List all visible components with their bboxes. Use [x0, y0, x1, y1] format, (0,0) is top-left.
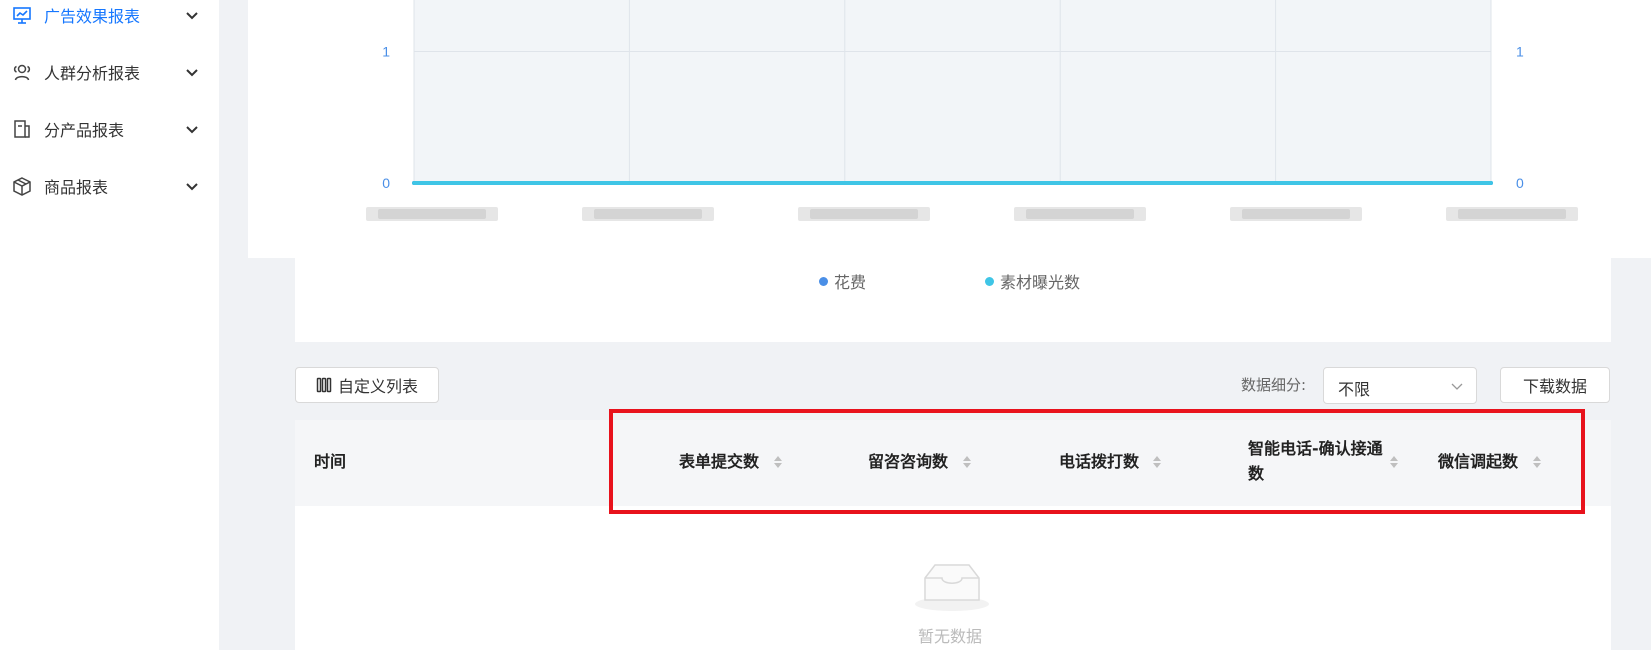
- chevron-down-icon: [1451, 383, 1463, 390]
- x-tick-label-blurred: [810, 209, 918, 219]
- x-tick-label-blurred: [1242, 209, 1350, 219]
- sidebar-item-label: 人群分析报表: [44, 64, 141, 83]
- y-left-tick-label: 0: [382, 175, 390, 191]
- sort-icon[interactable]: [1151, 454, 1163, 470]
- column-header-smart-call-connected: 智能电话-确认接通数: [1248, 439, 1383, 483]
- chevron-down-icon: [186, 12, 198, 20]
- y-left-tick-label: 1: [382, 44, 390, 60]
- legend-label: 花费: [834, 273, 867, 292]
- y-right-tick-label: 1: [1516, 44, 1524, 60]
- x-tick-label-blurred: [1026, 209, 1134, 219]
- column-header-wechat-invokes: 微信调起数: [1438, 452, 1519, 471]
- custom-columns-button[interactable]: 自定义列表: [295, 367, 439, 403]
- sidebar-item-ad-effect-report[interactable]: 广告效果报表: [0, 0, 219, 35]
- sidebar-item-audience-report[interactable]: 人群分析报表: [0, 52, 219, 92]
- breakdown-select[interactable]: 不限: [1323, 367, 1477, 404]
- users-icon: [13, 64, 31, 81]
- column-header-consultations: 留咨咨询数: [868, 452, 949, 471]
- sidebar-item-label: 分产品报表: [44, 121, 125, 140]
- x-tick-label-blurred: [594, 209, 702, 219]
- chevron-down-icon: [186, 69, 198, 77]
- column-header-phone-calls: 电话拨打数: [1059, 452, 1140, 471]
- sort-icon[interactable]: [1388, 454, 1400, 470]
- legend-dot: [985, 276, 994, 286]
- sidebar-item-label: 广告效果报表: [44, 7, 141, 26]
- package-icon: [13, 177, 31, 196]
- sidebar: 广告效果报表 人群分析报表 分产品报表 商品报表: [0, 0, 219, 650]
- sidebar-item-label: 商品报表: [44, 178, 109, 197]
- x-tick-label-blurred: [378, 209, 486, 219]
- sort-icon[interactable]: [961, 454, 973, 470]
- breakdown-select-value: 不限: [1338, 380, 1371, 399]
- sort-icon[interactable]: [772, 454, 784, 470]
- legend-item-impressions[interactable]: 素材曝光数: [985, 269, 1080, 293]
- breakdown-label: 数据细分:: [1241, 376, 1307, 394]
- legend-label: 素材曝光数: [1000, 273, 1081, 292]
- columns-icon: [316, 377, 332, 393]
- chevron-down-icon: [186, 126, 198, 134]
- download-data-label: 下载数据: [1522, 377, 1587, 396]
- plot-area: [414, 0, 1491, 183]
- download-data-button[interactable]: 下载数据: [1500, 367, 1610, 403]
- sidebar-item-product-report[interactable]: 分产品报表: [0, 109, 219, 149]
- report-chart-icon: [13, 7, 31, 24]
- sort-icon[interactable]: [1531, 454, 1543, 470]
- sidebar-item-goods-report[interactable]: 商品报表: [0, 166, 219, 206]
- empty-state-text: 暂无数据: [918, 627, 983, 646]
- legend-dot: [819, 276, 828, 286]
- chevron-down-icon: [186, 183, 198, 191]
- x-tick-label-blurred: [1458, 209, 1566, 219]
- column-header-time: 时间: [314, 452, 347, 471]
- column-header-form-submissions: 表单提交数: [679, 452, 760, 471]
- chart-legend: 花费 素材曝光数: [295, 258, 1611, 342]
- legend-item-cost[interactable]: 花费: [819, 269, 866, 293]
- product-file-icon: [14, 120, 30, 138]
- table-header: [295, 420, 1611, 506]
- y-right-tick-label: 0: [1516, 175, 1524, 191]
- custom-columns-label: 自定义列表: [337, 377, 418, 396]
- empty-inbox-icon: [915, 564, 989, 611]
- line-chart: 012 012: [366, 0, 1578, 221]
